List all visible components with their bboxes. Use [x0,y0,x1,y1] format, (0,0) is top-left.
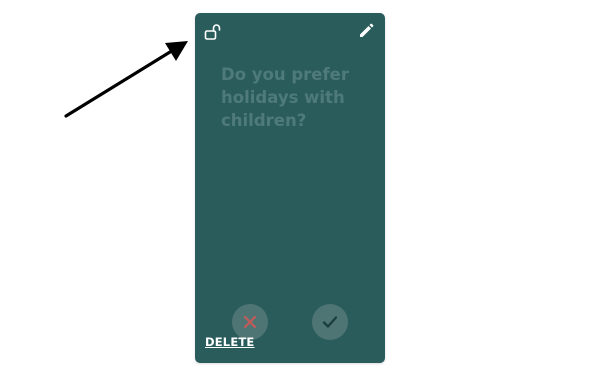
pencil-icon [360,23,374,37]
unlocked-padlock-icon [204,24,221,40]
check-icon [322,316,338,328]
question-text: Do you prefer holidays with children? [221,65,350,130]
edit-button[interactable] [358,23,374,39]
x-icon [243,315,257,329]
accept-button[interactable] [312,304,348,340]
question-card: Do you prefer holidays with children? DE… [195,13,385,363]
lock-button[interactable] [204,23,222,41]
stage: Do you prefer holidays with children? DE… [0,0,600,373]
delete-link[interactable]: DELETE [205,335,255,349]
